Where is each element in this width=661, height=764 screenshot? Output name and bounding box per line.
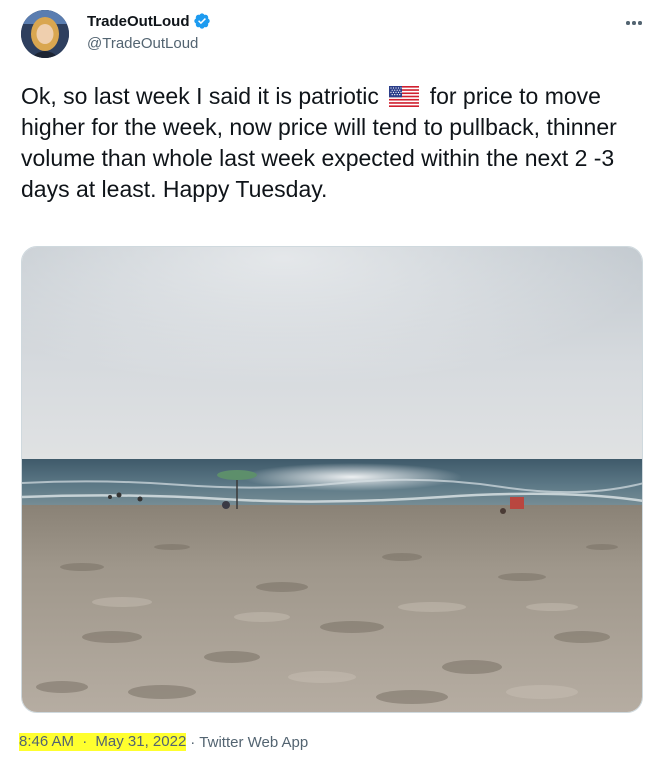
author-name-row[interactable]: TradeOutLoud [87, 12, 211, 30]
meta-separator-2: · [190, 733, 196, 751]
avatar[interactable] [21, 10, 69, 58]
tweet-source-link[interactable]: Twitter Web App [199, 734, 308, 751]
meta-separator: · [82, 733, 88, 750]
more-options-icon[interactable] [622, 11, 646, 35]
tweet: TradeOutLoud @TradeOutLoud Ok, so last w… [0, 0, 661, 764]
tweet-time: 8:46 AM [19, 733, 75, 750]
timestamp-highlight[interactable]: 8:46 AM · May 31, 2022 [19, 733, 187, 751]
tweet-date: May 31, 2022 [95, 733, 187, 750]
display-name[interactable]: TradeOutLoud [87, 13, 190, 30]
tweet-text-part-1: Ok, so last week I said it is patriotic [21, 83, 379, 109]
tweet-meta: 8:46 AM · May 31, 2022 · Twitter Web App [19, 733, 308, 751]
us-flag-icon [389, 84, 420, 107]
author-handle[interactable]: @TradeOutLoud [87, 35, 198, 52]
tweet-photo[interactable] [21, 246, 643, 713]
tweet-text: Ok, so last week I said it is patriotic [21, 81, 641, 205]
verified-badge-icon [193, 12, 211, 30]
